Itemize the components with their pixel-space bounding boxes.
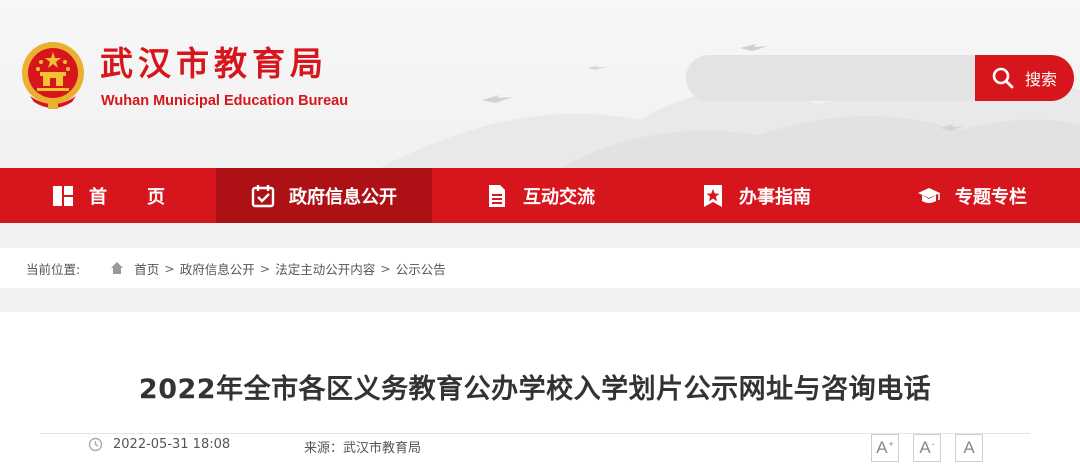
breadcrumb-link-gov-info[interactable]: 政府信息公开 bbox=[180, 259, 255, 278]
clock-icon bbox=[88, 437, 103, 452]
nav-item-label: 互动交流 bbox=[523, 186, 595, 208]
nav-item-label: 专题专栏 bbox=[955, 186, 1027, 208]
search-icon bbox=[992, 67, 1014, 89]
home-grid-icon bbox=[53, 185, 73, 206]
national-emblem-icon bbox=[22, 42, 84, 109]
star-badge-icon bbox=[704, 184, 722, 207]
calendar-check-icon bbox=[251, 184, 275, 207]
nav-item-interaction[interactable]: 互动交流 bbox=[432, 168, 648, 223]
article-content: 2022年全市各区义务教育公办学校入学划片公示网址与咨询电话 2022-05-3… bbox=[0, 312, 1080, 464]
breadcrumb-home[interactable]: 首页 bbox=[110, 259, 159, 278]
search-input[interactable] bbox=[686, 55, 976, 101]
breadcrumb-separator: > bbox=[164, 260, 175, 276]
breadcrumb-link-home[interactable]: 首页 bbox=[134, 259, 159, 278]
font-size-increase-button[interactable]: A + bbox=[871, 434, 899, 462]
breadcrumb-label: 当前位置: bbox=[26, 261, 81, 277]
nav-item-label: 首页 bbox=[89, 186, 205, 208]
nav-item-special[interactable]: 专题专栏 bbox=[864, 168, 1080, 223]
search-button-label: 搜索 bbox=[1025, 70, 1058, 89]
main-nav: 首页 政府信息公开 互动交流 办事指南 专题专栏 bbox=[0, 168, 1080, 223]
font-size-decrease-label: A bbox=[919, 438, 931, 457]
breadcrumb-separator: > bbox=[259, 260, 271, 276]
site-header: 武汉市教育局 Wuhan Municipal Education Bureau … bbox=[0, 0, 1080, 168]
breadcrumb-link-notices[interactable]: 公示公告 bbox=[396, 259, 446, 278]
font-size-reset-label: A bbox=[963, 438, 975, 457]
nav-item-label: 政府信息公开 bbox=[289, 186, 397, 208]
home-icon bbox=[111, 262, 124, 274]
article-date: 2022-05-31 18:08 bbox=[88, 437, 230, 452]
nav-item-label: 办事指南 bbox=[739, 186, 811, 208]
nav-item-guide[interactable]: 办事指南 bbox=[648, 168, 864, 223]
document-icon bbox=[489, 184, 505, 207]
breadcrumb: 当前位置: 首页 > 政府信息公开 > 法定主动公开内容 > 公示公告 bbox=[0, 248, 1080, 288]
font-size-decrease-button[interactable]: A- bbox=[913, 434, 941, 462]
font-size-reset-button[interactable]: A bbox=[955, 434, 983, 462]
search-button[interactable]: 搜索 bbox=[975, 55, 1074, 101]
article-date-text: 2022-05-31 18:08 bbox=[113, 437, 231, 452]
site-subtitle: Wuhan Municipal Education Bureau bbox=[101, 93, 349, 109]
nav-item-gov-info[interactable]: 政府信息公开 bbox=[216, 168, 432, 223]
nav-item-home[interactable]: 首页 bbox=[0, 168, 216, 223]
article-title: 2022年全市各区义务教育公办学校入学划片公示网址与咨询电话 bbox=[138, 374, 932, 405]
font-size-increase-label: A bbox=[876, 438, 888, 457]
breadcrumb-link-statutory[interactable]: 法定主动公开内容 bbox=[275, 259, 375, 278]
breadcrumb-separator: > bbox=[380, 260, 391, 276]
site-title: 武汉市教育局 bbox=[100, 44, 328, 83]
graduation-cap-icon bbox=[918, 187, 940, 203]
article-source: 来源：武汉市教育局 bbox=[304, 441, 422, 456]
